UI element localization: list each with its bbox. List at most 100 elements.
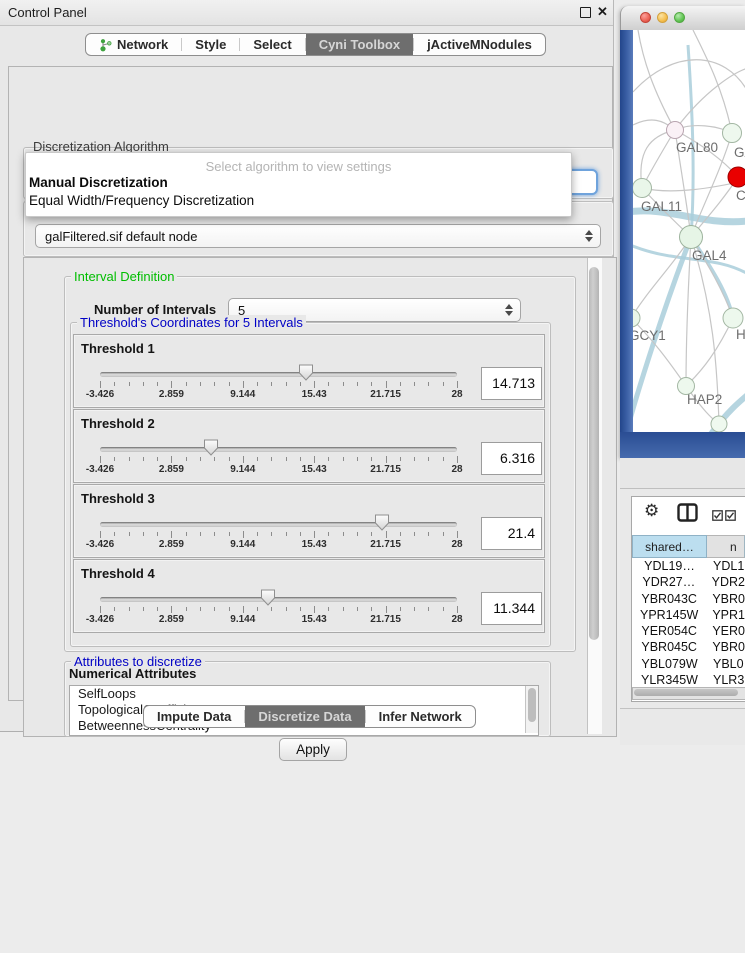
network-node[interactable]: [711, 416, 727, 432]
network-node[interactable]: [728, 167, 745, 187]
network-edge[interactable]: [638, 30, 675, 130]
slider-tick: [229, 607, 230, 611]
column-layout-icon[interactable]: [677, 503, 698, 527]
tab-jactivemnodules[interactable]: jActiveMNodules: [414, 34, 545, 55]
network-node[interactable]: [723, 308, 743, 328]
gear-icon[interactable]: ⚙: [644, 501, 659, 521]
slider-track[interactable]: [100, 522, 457, 527]
table-rows[interactable]: YDL19…YDL1YDR27…YDR2YBR043CYBR0YPR145WYP…: [632, 559, 745, 688]
threshold-value-field[interactable]: 11.344: [481, 592, 542, 625]
popup-option-manual-discretization[interactable]: Manual Discretization: [29, 175, 168, 190]
checkbox-icon[interactable]: [725, 508, 736, 526]
threshold-value-field[interactable]: 6.316: [481, 442, 542, 475]
slider-tick: [400, 607, 401, 611]
vertical-scrollbar-thumb[interactable]: [589, 267, 599, 640]
slider-tick: [157, 532, 158, 536]
tab-cyni-toolbox[interactable]: Cyni Toolbox: [306, 34, 413, 55]
slider-tick: [428, 607, 429, 611]
table-row[interactable]: YPR145WYPR1: [632, 608, 745, 624]
slider-tick: [229, 532, 230, 536]
table-row[interactable]: YLR345WYLR3: [632, 673, 745, 688]
slider-track[interactable]: [100, 447, 457, 452]
network-node[interactable]: [633, 179, 652, 198]
threshold-value-field[interactable]: 14.713: [481, 367, 542, 400]
checkbox-icon[interactable]: [712, 508, 723, 526]
table-panel-titlebar[interactable]: Table Panel: [620, 458, 745, 489]
network-edge[interactable]: [693, 30, 732, 133]
slider-tick: [243, 606, 244, 613]
slider-tick: [257, 532, 258, 536]
slider-tick: [257, 382, 258, 386]
network-node[interactable]: [633, 309, 640, 327]
network-node-label: HAP2: [687, 392, 722, 407]
threshold-value-field[interactable]: 21.4: [481, 517, 542, 550]
slider-track[interactable]: [100, 372, 457, 377]
float-window-icon[interactable]: [580, 7, 591, 18]
network-node[interactable]: [680, 226, 703, 249]
slider-tick-label: 28: [451, 389, 462, 400]
slider-tick: [143, 382, 144, 386]
slider-tick: [286, 382, 287, 386]
attributes-scrollbar-thumb[interactable]: [528, 688, 536, 722]
network-canvas[interactable]: GAL80GACGAL11GAL4GCY1HHAP2: [633, 30, 745, 432]
slider-track[interactable]: [100, 597, 457, 602]
table-header-shared-name[interactable]: shared…: [632, 535, 707, 558]
close-icon[interactable]: ✕: [597, 4, 608, 20]
slider-tick: [214, 607, 215, 611]
apply-button[interactable]: Apply: [279, 738, 347, 761]
bottom-tab-impute-data[interactable]: Impute Data: [144, 706, 244, 727]
slider-thumb[interactable]: [203, 439, 218, 456]
slider-thumb[interactable]: [375, 514, 390, 531]
threshold-panel-1: Threshold 1-3.4262.8599.14415.4321.71528…: [73, 334, 545, 408]
control-panel-titlebar[interactable]: Control Panel ✕: [0, 0, 613, 26]
slider-tick: [386, 381, 387, 388]
table-header-name[interactable]: n: [707, 535, 745, 558]
table-row[interactable]: YDL19…YDL1: [632, 559, 745, 575]
tab-network[interactable]: Network: [86, 34, 181, 55]
popup-option-equal-width-frequency[interactable]: Equal Width/Frequency Discretization: [29, 193, 254, 208]
network-node[interactable]: [667, 122, 684, 139]
bottom-tab-discretize-data[interactable]: Discretize Data: [245, 706, 364, 727]
slider-tick: [314, 531, 315, 538]
slider-tick: [171, 531, 172, 538]
bottom-tab-infer-network[interactable]: Infer Network: [366, 706, 475, 727]
attributes-scrollbar[interactable]: [525, 686, 538, 733]
network-edge[interactable]: [675, 68, 745, 130]
close-traffic-light-icon[interactable]: [640, 12, 651, 23]
table-row[interactable]: YBL079WYBL0: [632, 657, 745, 673]
slider-thumb[interactable]: [299, 364, 314, 381]
horizontal-scrollbar-thumb[interactable]: [634, 689, 738, 696]
tab-label: Select: [253, 37, 291, 52]
slider-tick-label: 9.144: [230, 614, 255, 625]
slider-tick: [300, 457, 301, 461]
attribute-item[interactable]: SelfLoops: [70, 686, 538, 702]
tab-label: Infer Network: [379, 709, 462, 724]
minimize-traffic-light-icon[interactable]: [657, 12, 668, 23]
top-tab-bar: NetworkStyle Select Cyni ToolboxjActiveMNo…: [85, 33, 546, 56]
combo-stepper-icon: [502, 304, 516, 316]
network-edge[interactable]: [686, 318, 733, 386]
network-icon: [99, 38, 112, 52]
table-row[interactable]: YDR27…YDR2: [632, 575, 745, 591]
cell-name: YER0: [706, 624, 745, 640]
network-node[interactable]: [723, 124, 742, 143]
tab-label: Discretize Data: [258, 709, 351, 724]
table-data-combobox[interactable]: galFiltered.sif default node: [35, 224, 601, 248]
tab-style[interactable]: Style: [182, 34, 239, 55]
table-row[interactable]: YER054CYER0: [632, 624, 745, 640]
cell-shared-name: YDR27…: [632, 575, 706, 591]
slider-thumb[interactable]: [260, 589, 275, 606]
slider-tick: [271, 457, 272, 461]
network-edge[interactable]: [642, 130, 675, 188]
network-window-titlebar[interactable]: [620, 6, 745, 31]
slider-tick-label: 21.715: [370, 539, 401, 550]
tab-select[interactable]: Select: [240, 34, 304, 55]
table-row[interactable]: YBR043CYBR0: [632, 592, 745, 608]
slider-tick: [271, 382, 272, 386]
network-node-label: GAL11: [641, 199, 682, 214]
table-row[interactable]: YBR045CYBR0: [632, 640, 745, 656]
zoom-traffic-light-icon[interactable]: [674, 12, 685, 23]
slider-tick: [328, 457, 329, 461]
slider-tick: [286, 457, 287, 461]
slider-tick-label: -3.426: [86, 614, 114, 625]
